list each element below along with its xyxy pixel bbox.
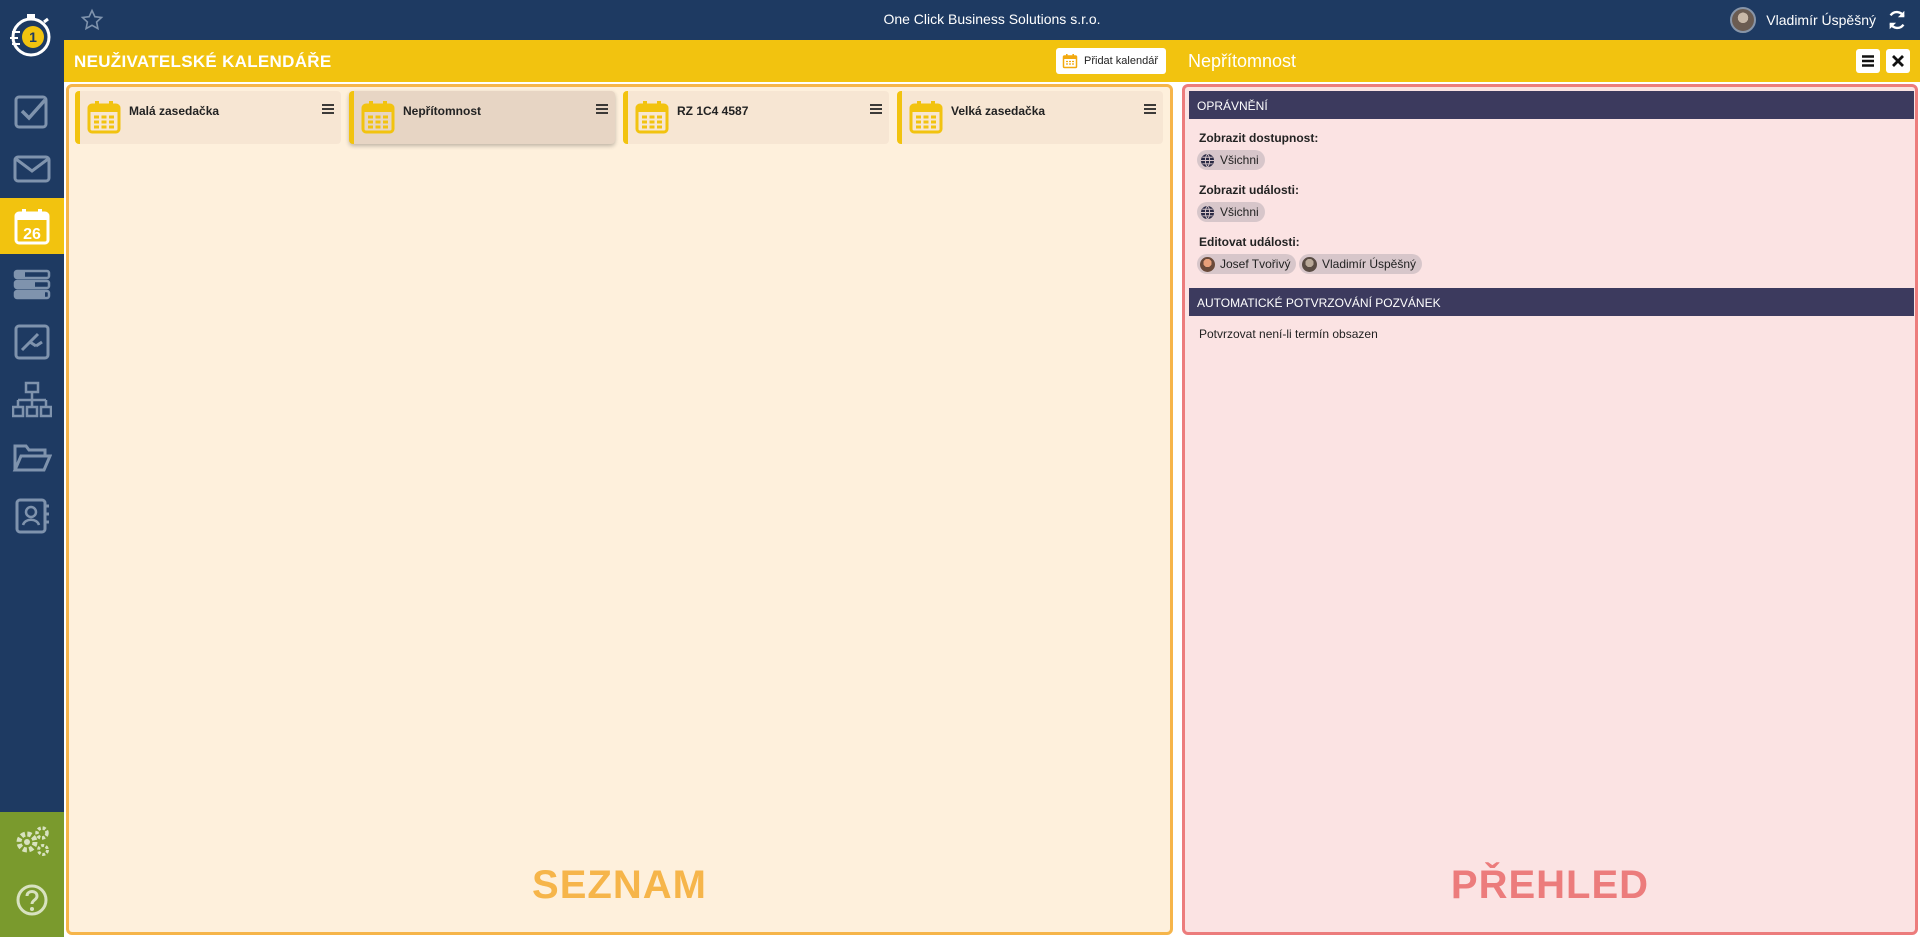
user-avatar bbox=[1730, 7, 1757, 33]
nav-documents[interactable] bbox=[0, 430, 64, 486]
add-calendar-label: Přidat kalendář bbox=[1084, 55, 1158, 67]
auto-confirm-section-header: AUTOMATICKÉ POTVRZOVÁNÍ POZVÁNEK bbox=[1189, 288, 1914, 316]
calendar-name: Nepřítomnost bbox=[403, 104, 481, 118]
nav-contacts[interactable] bbox=[0, 488, 64, 544]
contacts-icon bbox=[15, 498, 49, 534]
nav-org-chart[interactable] bbox=[0, 372, 64, 428]
list-panel-header: NEUŽIVATELSKÉ KALENDÁŘE Přidat kalendář bbox=[64, 40, 1176, 82]
nav-help[interactable] bbox=[0, 872, 64, 928]
add-calendar-button[interactable]: Přidat kalendář bbox=[1056, 48, 1166, 74]
card-menu-icon[interactable] bbox=[321, 103, 335, 115]
nav-workflow[interactable] bbox=[0, 314, 64, 370]
card-menu-icon[interactable] bbox=[595, 103, 609, 115]
calendar-name: Malá zasedačka bbox=[129, 104, 220, 118]
show-events-chip[interactable]: Všichni bbox=[1197, 202, 1265, 222]
edit-events-label: Editovat události: bbox=[1199, 235, 1300, 249]
nav-mail[interactable] bbox=[0, 140, 64, 196]
list-icon bbox=[13, 269, 51, 300]
workflow-icon bbox=[14, 324, 50, 360]
calendar-list: Malá zasedačka Nepřítomnost RZ 1C4 4587 Vel… bbox=[66, 84, 1173, 935]
help-icon bbox=[16, 884, 48, 916]
calendar-card[interactable]: Velká zasedačka bbox=[897, 91, 1163, 144]
card-menu-icon[interactable] bbox=[1143, 103, 1157, 115]
check-icon bbox=[14, 95, 48, 129]
show-availability-chip[interactable]: Všichni bbox=[1197, 150, 1265, 170]
close-icon bbox=[1892, 55, 1904, 67]
auto-confirm-text: Potvrzovat není-li termín obsazen bbox=[1199, 327, 1378, 341]
close-button[interactable] bbox=[1886, 49, 1910, 73]
detail-panel-header: Nepřítomnost bbox=[1176, 40, 1920, 82]
settings-icon bbox=[16, 826, 49, 856]
detail-panel-title: Nepřítomnost bbox=[1188, 51, 1297, 71]
show-events-label: Zobrazit události: bbox=[1199, 183, 1299, 197]
globe-icon bbox=[1200, 205, 1215, 219]
refresh-icon[interactable] bbox=[1886, 9, 1908, 31]
mail-icon bbox=[13, 155, 51, 183]
calendar-name: RZ 1C4 4587 bbox=[677, 104, 749, 118]
top-bar: One Click Business Solutions s.r.o. Vlad… bbox=[64, 0, 1920, 40]
user-menu[interactable]: Vladimír Úspěšný bbox=[1730, 7, 1876, 33]
svg-text:1: 1 bbox=[29, 29, 37, 45]
permissions-section-header: OPRÁVNĚNÍ bbox=[1189, 91, 1914, 119]
calendar-icon bbox=[87, 101, 121, 134]
nav-tasks[interactable] bbox=[0, 83, 64, 139]
calendar-icon: 26 bbox=[14, 209, 50, 245]
nav-calendar[interactable]: 26 bbox=[0, 198, 64, 254]
calendar-detail: OPRÁVNĚNÍ Zobrazit dostupnost: Všichni Z… bbox=[1182, 84, 1918, 935]
globe-icon bbox=[1200, 153, 1215, 167]
user-name: Vladimír Úspěšný bbox=[1766, 12, 1876, 28]
show-availability-label: Zobrazit dostupnost: bbox=[1199, 131, 1319, 145]
sidebar: 1 26 bbox=[0, 0, 64, 937]
company-name: One Click Business Solutions s.r.o. bbox=[883, 11, 1101, 27]
nav-lists[interactable] bbox=[0, 256, 64, 312]
calendar-name: Velká zasedačka bbox=[951, 104, 1046, 118]
list-panel-title: NEUŽIVATELSKÉ KALENDÁŘE bbox=[74, 52, 332, 71]
calendar-icon bbox=[361, 101, 395, 134]
editor-chip-vladimir[interactable]: Vladimír Úspěšný bbox=[1299, 254, 1423, 274]
calendar-icon bbox=[909, 101, 943, 134]
list-watermark: SEZNAM bbox=[532, 863, 707, 907]
svg-text:26: 26 bbox=[23, 226, 41, 243]
hamburger-icon bbox=[1862, 55, 1874, 67]
card-menu-icon[interactable] bbox=[869, 103, 883, 115]
nav-settings[interactable] bbox=[0, 812, 64, 868]
detail-watermark: PŘEHLED bbox=[1450, 863, 1650, 907]
calendar-card[interactable]: RZ 1C4 4587 bbox=[623, 91, 889, 144]
calendar-icon bbox=[635, 101, 669, 134]
user-avatar bbox=[1200, 256, 1215, 272]
calendar-add-icon bbox=[1062, 54, 1078, 69]
folder-icon bbox=[12, 444, 52, 472]
editor-chip-josef[interactable]: Josef Tvořivý bbox=[1197, 254, 1297, 274]
calendar-card[interactable]: Malá zasedačka bbox=[75, 91, 341, 144]
detail-menu-button[interactable] bbox=[1856, 49, 1880, 73]
app-logo[interactable]: 1 bbox=[6, 10, 56, 60]
org-chart-icon bbox=[12, 381, 52, 418]
sidebar-bottom bbox=[0, 812, 64, 937]
calendar-card[interactable]: Nepřítomnost bbox=[349, 91, 615, 144]
user-avatar bbox=[1302, 256, 1317, 272]
